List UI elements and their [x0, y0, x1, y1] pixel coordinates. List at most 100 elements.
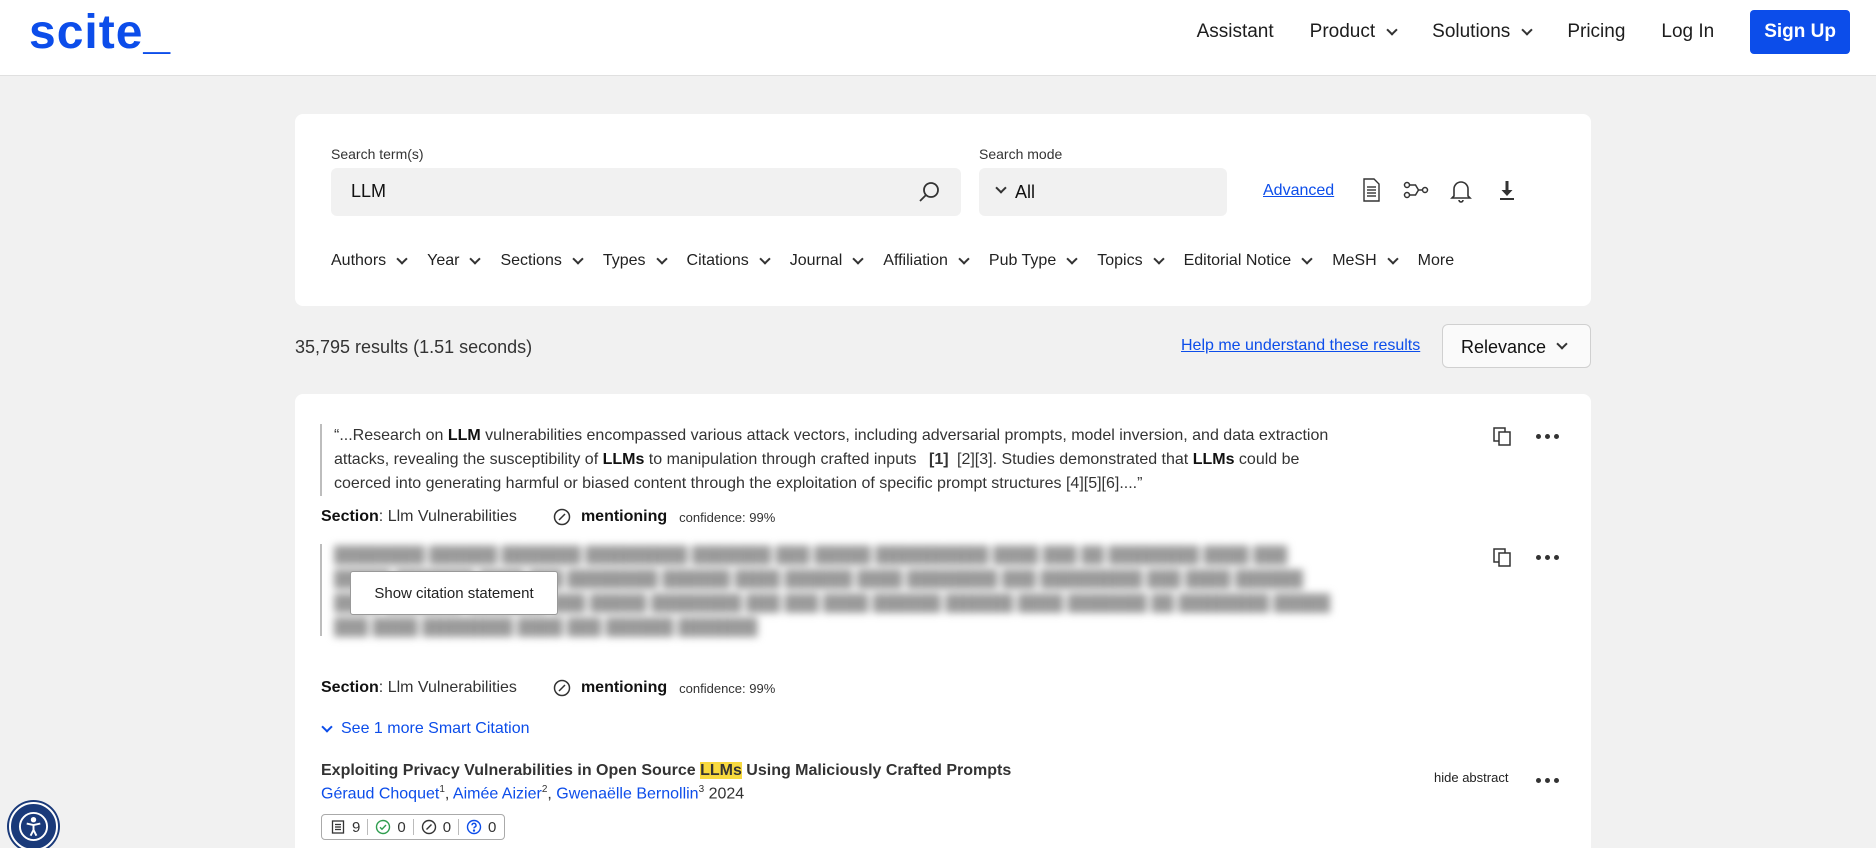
- sort-value: Relevance: [1461, 337, 1547, 357]
- nav-pricing[interactable]: Pricing: [1567, 21, 1625, 43]
- citation-type: mentioning: [580, 508, 668, 525]
- section-label: Section: [321, 508, 379, 525]
- accessibility-button[interactable]: [9, 802, 58, 848]
- filter-label: Journal: [789, 252, 843, 269]
- search-input[interactable]: LLM: [331, 168, 961, 216]
- chevron-down-icon: [1152, 253, 1165, 265]
- filter-label: Affiliation: [883, 252, 948, 269]
- filter-mesh[interactable]: MeSH: [1332, 252, 1399, 270]
- chevron-down-icon: [1066, 253, 1078, 265]
- search-mode-label: Search mode: [979, 146, 1063, 162]
- search-panel: Search term(s) LLM Search mode All Advan…: [295, 114, 1591, 306]
- nav-assistant-label: Assistant: [1196, 21, 1274, 42]
- count-value: 0: [488, 818, 497, 836]
- chevron-down-icon: [655, 253, 668, 265]
- count-value: 0: [442, 818, 452, 836]
- mentioning-icon: [421, 819, 436, 835]
- reference-marker[interactable]: [1]: [929, 448, 949, 472]
- chevron-down-icon: [852, 253, 864, 265]
- confidence-score: confidence: 99%: [679, 509, 776, 525]
- more-options-icon[interactable]: [1536, 434, 1559, 439]
- quote-highlight: LLMs: [1192, 451, 1235, 468]
- document-icon[interactable]: [1357, 176, 1385, 204]
- chevron-down-icon: [958, 253, 970, 265]
- author-link[interactable]: Aimée Aizier: [453, 785, 542, 802]
- section-value: : Llm Vulnerabilities: [378, 679, 517, 696]
- chevron-down-icon: [1556, 338, 1568, 350]
- author-link[interactable]: Gwenaëlle Bernollin: [556, 785, 698, 802]
- title-text: Exploiting Privacy Vulnerabilities in Op…: [321, 762, 701, 779]
- advanced-search-link[interactable]: Advanced: [1263, 182, 1334, 200]
- affiliation-marker: 2: [541, 784, 548, 795]
- filter-editorial-notice[interactable]: Editorial Notice: [1184, 252, 1313, 270]
- search-mode-select[interactable]: All: [979, 168, 1227, 216]
- filter-citations[interactable]: Citations: [686, 252, 771, 270]
- result-card: “...Research on LLM vulnerabilities enco…: [295, 394, 1591, 848]
- bell-icon[interactable]: [1447, 176, 1475, 204]
- filter-types[interactable]: Types: [603, 252, 668, 270]
- copy-icon[interactable]: [1491, 425, 1513, 447]
- chevron-down-icon: [1386, 253, 1399, 265]
- citation-map-icon[interactable]: [1402, 176, 1430, 204]
- filter-authors[interactable]: Authors: [331, 252, 408, 270]
- download-icon[interactable]: [1493, 176, 1521, 204]
- nav-assistant[interactable]: Assistant: [1197, 21, 1274, 43]
- chevron-down-icon: [1386, 24, 1398, 36]
- section-label: Section: [321, 679, 379, 696]
- filter-label: Pub Type: [988, 252, 1057, 269]
- see-more-citations-link[interactable]: See 1 more Smart Citation: [321, 720, 530, 738]
- more-options-icon[interactable]: [1536, 778, 1559, 783]
- quote-text: “...Research on: [334, 427, 448, 444]
- nav-pricing-label: Pricing: [1567, 21, 1626, 42]
- quote-text: [2][3]. Studies demonstrated that: [952, 451, 1193, 468]
- more-options-icon[interactable]: [1536, 555, 1559, 560]
- filter-pub-type[interactable]: Pub Type: [988, 252, 1078, 270]
- section-value: : Llm Vulnerabilities: [378, 508, 517, 525]
- quote-highlight: LLMs: [602, 451, 645, 468]
- citation-type: mentioning: [580, 679, 668, 696]
- chevron-down-icon: [1521, 24, 1533, 36]
- results-count: 35,795 results (1.51 seconds): [295, 337, 533, 357]
- paper-year: 2024: [708, 785, 745, 803]
- signup-button[interactable]: Sign Up: [1750, 10, 1850, 54]
- search-mode-value: All: [1015, 182, 1036, 202]
- nav-product[interactable]: Product: [1310, 21, 1398, 43]
- author-link[interactable]: Géraud Choquet: [321, 785, 439, 802]
- chevron-down-icon: [396, 253, 408, 265]
- mentioning-icon: [553, 508, 571, 526]
- citation-statement: “...Research on LLM vulnerabilities enco…: [320, 424, 1340, 496]
- chevron-down-icon: [469, 253, 482, 265]
- filter-label: MeSH: [1332, 252, 1377, 269]
- chevron-down-icon: [572, 253, 584, 265]
- nav-solutions[interactable]: Solutions: [1432, 21, 1533, 43]
- filter-journal[interactable]: Journal: [789, 252, 864, 270]
- filter-topics[interactable]: Topics: [1097, 252, 1165, 270]
- title-text: Using Maliciously Crafted Prompts: [741, 762, 1012, 779]
- count-value: 0: [397, 818, 406, 836]
- divider: [458, 819, 460, 835]
- supporting-icon: [376, 819, 391, 835]
- citation-counts-badge[interactable]: 9 0 0 0: [321, 814, 506, 840]
- confidence-score: confidence: 99%: [679, 680, 776, 696]
- paper-title[interactable]: Exploiting Privacy Vulnerabilities in Op…: [321, 762, 1011, 780]
- filter-label: Citations: [686, 252, 749, 269]
- affiliation-marker: 1: [439, 784, 445, 795]
- filter-more[interactable]: More: [1418, 252, 1454, 270]
- filter-affiliation[interactable]: Affiliation: [883, 252, 970, 270]
- nav-login[interactable]: Log In: [1661, 21, 1714, 43]
- nav-solutions-label: Solutions: [1432, 21, 1511, 42]
- see-more-label: See 1 more Smart Citation: [341, 720, 530, 737]
- search-icon[interactable]: [917, 180, 941, 204]
- hide-abstract-toggle[interactable]: hide abstract: [1434, 770, 1508, 785]
- sort-select[interactable]: Relevance: [1442, 324, 1591, 368]
- filter-label: Authors: [331, 252, 387, 269]
- help-understand-results-link[interactable]: Help me understand these results: [1181, 337, 1420, 355]
- chevron-down-icon: [1301, 253, 1313, 265]
- quote-text: to manipulation through crafted inputs: [644, 451, 921, 468]
- scite-logo[interactable]: scite_: [29, 4, 171, 62]
- filter-sections[interactable]: Sections: [500, 252, 584, 270]
- filter-year[interactable]: Year: [427, 252, 482, 270]
- show-citation-statement-button[interactable]: Show citation statement: [350, 571, 558, 615]
- copy-icon[interactable]: [1491, 546, 1513, 568]
- citation-meta: Section : Llm Vulnerabilities mentioning…: [321, 679, 775, 697]
